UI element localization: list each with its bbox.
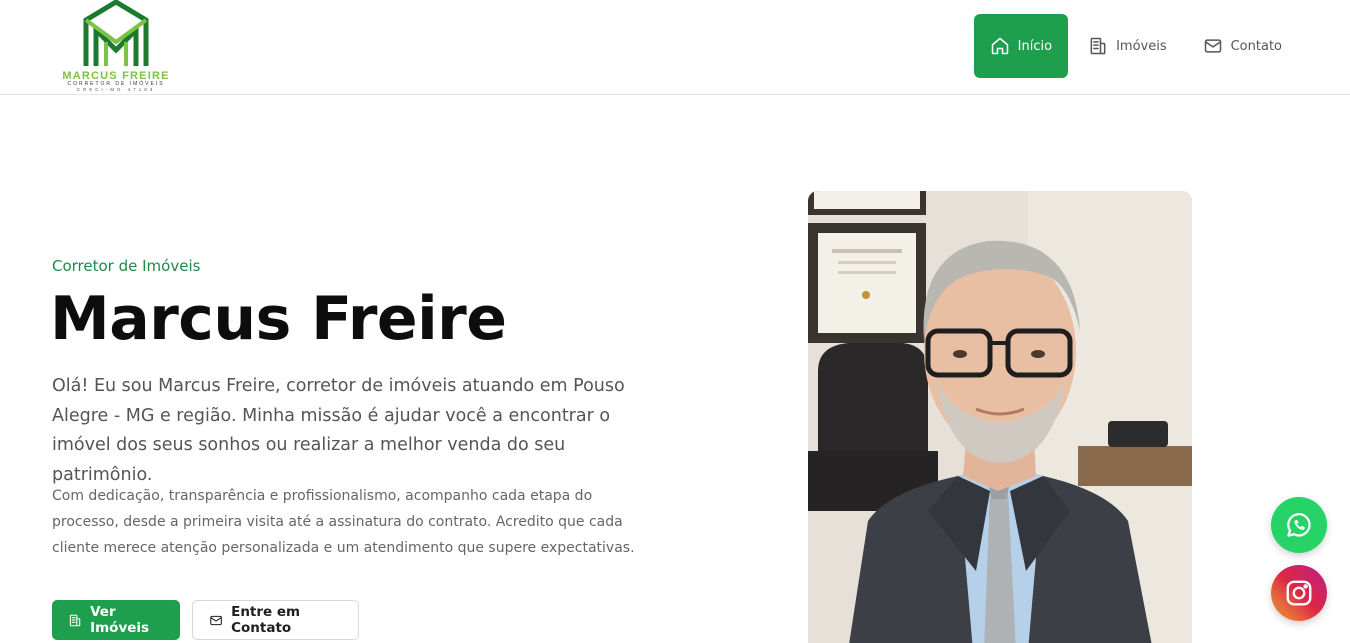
nav-item-label: Imóveis xyxy=(1116,38,1167,54)
nav-item-label: Início xyxy=(1017,38,1053,54)
site-header: MARCUS FREIRE CORRETOR DE IMÓVEIS CRECI-… xyxy=(0,0,1350,95)
button-label: Entre em Contato xyxy=(231,604,301,636)
contact-button[interactable]: Entre em Contato xyxy=(192,600,359,640)
button-label: Ver Imóveis xyxy=(90,604,150,636)
portrait-illustration xyxy=(808,191,1192,643)
logo-creci: CRECI-MG 47193 xyxy=(76,87,156,92)
brand-logo[interactable]: MARCUS FREIRE CORRETOR DE IMÓVEIS CRECI-… xyxy=(56,0,176,94)
mail-icon xyxy=(210,615,222,625)
home-icon xyxy=(991,37,1008,55)
instagram-button[interactable] xyxy=(1271,565,1327,621)
nav-item-label: Contato xyxy=(1230,38,1282,54)
hero-subtitle: Corretor de Imóveis xyxy=(52,257,201,275)
hero-lead-text: Olá! Eu sou Marcus Freire, corretor de i… xyxy=(52,376,625,485)
nav-item-contato[interactable]: Contato xyxy=(1187,14,1298,78)
view-properties-button[interactable]: Ver Imóveis xyxy=(52,600,180,640)
nav-item-imoveis[interactable]: Imóveis xyxy=(1072,14,1183,78)
hero-body-text: Com dedicação, transparência e profissio… xyxy=(52,488,635,556)
instagram-icon xyxy=(1286,580,1312,606)
logo-monogram-icon xyxy=(83,0,149,66)
agent-portrait xyxy=(808,191,1192,643)
hero-title: Marcus Freire xyxy=(50,284,507,354)
building-icon xyxy=(1090,37,1106,55)
nav-item-inicio[interactable]: Início xyxy=(973,14,1069,78)
whatsapp-button[interactable] xyxy=(1271,497,1327,553)
building-icon xyxy=(69,614,81,626)
whatsapp-icon xyxy=(1287,513,1311,537)
main-nav: Início Imóveis Contato xyxy=(973,14,1298,78)
mail-icon xyxy=(1204,39,1221,53)
